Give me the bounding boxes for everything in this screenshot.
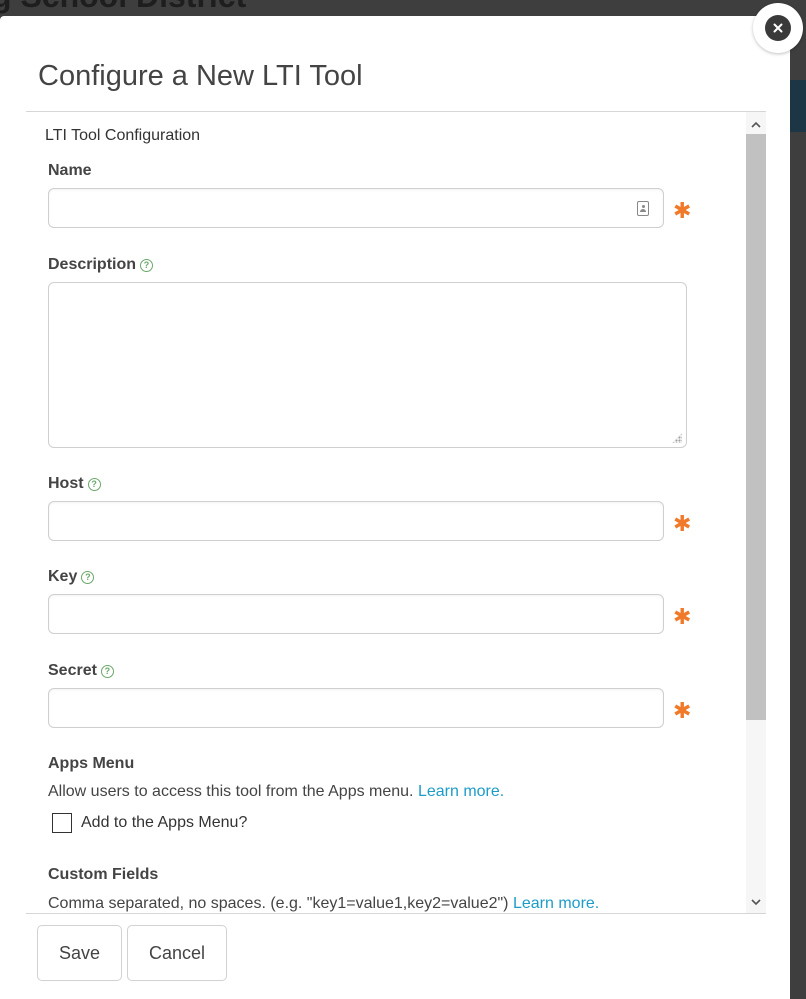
close-icon[interactable] xyxy=(765,15,791,41)
name-label: Name xyxy=(48,162,92,179)
scrollbar-thumb[interactable] xyxy=(746,134,766,720)
required-asterisk-icon: ✱ xyxy=(673,511,692,536)
close-button[interactable] xyxy=(753,3,803,53)
help-icon[interactable]: ? xyxy=(140,258,154,272)
apps-menu-learn-more-link[interactable]: Learn more. xyxy=(418,783,504,800)
description-label: Description ? xyxy=(48,256,154,274)
help-icon[interactable]: ? xyxy=(87,477,101,491)
apps-menu-help-text: Allow users to access this tool from the… xyxy=(48,783,505,800)
scroll-down-arrow-icon[interactable] xyxy=(746,892,766,912)
required-asterisk-icon: ✱ xyxy=(673,698,692,723)
resize-grip-icon[interactable] xyxy=(672,433,682,443)
cancel-button[interactable]: Cancel xyxy=(127,925,227,981)
custom-fields-learn-more-link[interactable]: Learn more. xyxy=(513,895,599,912)
help-icon[interactable]: ? xyxy=(81,570,95,584)
apps-menu-checkbox-label[interactable]: Add to the Apps Menu? xyxy=(81,814,247,832)
contact-card-icon[interactable] xyxy=(637,201,649,216)
background-page-title: g School District xyxy=(0,0,246,15)
save-button[interactable]: Save xyxy=(37,925,122,981)
required-asterisk-icon: ✱ xyxy=(673,604,692,629)
scroll-up-arrow-icon[interactable] xyxy=(746,114,766,134)
host-label: Host ? xyxy=(48,475,101,493)
vertical-scrollbar[interactable] xyxy=(746,112,766,914)
form-scroll-area[interactable]: LTI Tool Configuration Name ✱ Descriptio… xyxy=(26,112,766,914)
host-input[interactable] xyxy=(48,501,664,541)
modal-title: Configure a New LTI Tool xyxy=(38,60,363,92)
apps-menu-checkbox-row[interactable]: Add to the Apps Menu? xyxy=(52,813,247,833)
required-asterisk-icon: ✱ xyxy=(673,198,692,223)
description-textarea[interactable] xyxy=(48,282,687,448)
key-label: Key ? xyxy=(48,568,95,586)
secret-input[interactable] xyxy=(48,688,664,728)
custom-fields-help-text: Comma separated, no spaces. (e.g. "key1=… xyxy=(48,895,600,912)
section-label: LTI Tool Configuration xyxy=(45,127,201,144)
apps-menu-checkbox[interactable] xyxy=(52,813,72,833)
key-input[interactable] xyxy=(48,594,664,634)
lti-tool-modal: Configure a New LTI Tool LTI Tool Config… xyxy=(0,16,790,999)
footer-divider xyxy=(26,913,766,914)
apps-menu-label: Apps Menu xyxy=(48,755,135,772)
custom-fields-label: Custom Fields xyxy=(48,866,159,883)
help-icon[interactable]: ? xyxy=(100,664,114,678)
name-input[interactable] xyxy=(48,188,664,228)
secret-label: Secret ? xyxy=(48,662,114,680)
